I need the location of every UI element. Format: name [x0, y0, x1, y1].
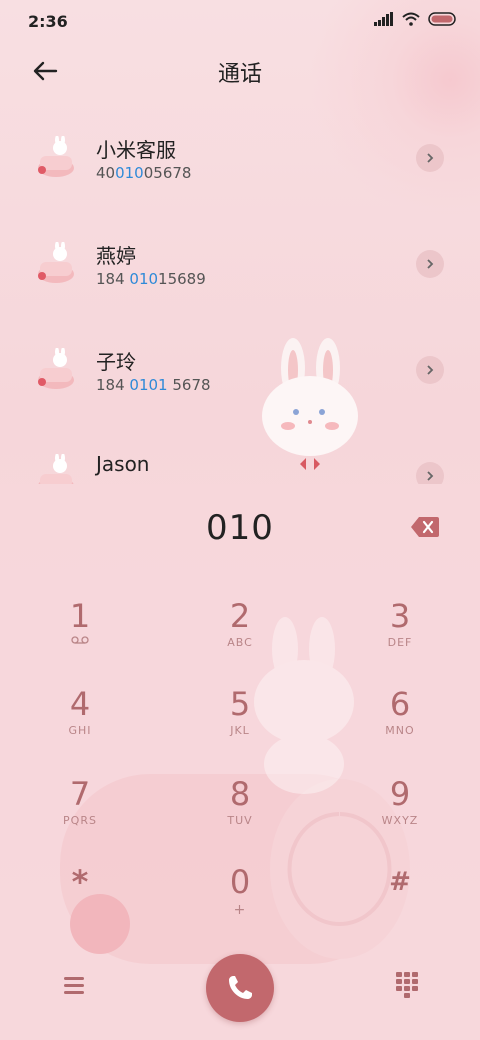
key-digit: 7 — [69, 775, 91, 813]
number-part: 05678 — [143, 164, 192, 182]
key-digit: 3 — [389, 597, 411, 635]
key-letters: PQRS — [63, 814, 97, 827]
wifi-icon — [402, 12, 420, 26]
page-title: 通话 — [217, 62, 262, 87]
key-digit: 6 — [389, 685, 411, 723]
contact-number: 4001005678 — [96, 164, 191, 182]
signal-icon — [374, 12, 393, 26]
chevron-right-icon — [427, 259, 434, 269]
key-letters: ABC — [227, 636, 253, 649]
dial-entry[interactable]: 010 — [0, 508, 480, 548]
key-1[interactable]: 1 — [30, 596, 130, 666]
key-digit: 4 — [69, 685, 91, 723]
number-highlight: 010 — [129, 270, 159, 288]
key-digit: # — [389, 867, 411, 897]
delete-button[interactable] — [410, 516, 440, 538]
key-digit: * — [71, 863, 89, 901]
key-0[interactable]: 0 + — [190, 862, 290, 932]
backspace-icon — [411, 517, 439, 537]
key-letters: + — [233, 902, 247, 918]
key-3[interactable]: 3 DEF — [350, 596, 450, 666]
contact-name: Jason — [96, 452, 150, 476]
status-icons — [374, 12, 456, 26]
cake-bunny-avatar-icon — [38, 242, 74, 283]
contact-row[interactable]: 燕婷 184 01015689 — [0, 214, 480, 318]
number-highlight: 010 — [115, 164, 144, 182]
number-part: 184 — [96, 270, 130, 288]
status-bar: 2:36 — [0, 0, 480, 40]
contact-name: 子玲 — [96, 350, 136, 374]
contact-list: 小米客服 4001005678 燕婷 184 01015689 子玲 184 0… — [0, 108, 480, 484]
dialpad-toggle-button[interactable] — [394, 970, 420, 1000]
key-7[interactable]: 7 PQRS — [30, 774, 130, 844]
cake-bunny-avatar-icon — [38, 136, 74, 177]
contact-name: 小米客服 — [96, 138, 176, 162]
contact-row[interactable]: 小米客服 4001005678 — [0, 108, 480, 212]
key-star[interactable]: * — [30, 862, 130, 932]
voicemail-icon — [71, 636, 89, 644]
key-digit: 1 — [69, 597, 91, 635]
key-digit: 5 — [229, 685, 251, 723]
key-letters: WXYZ — [381, 814, 419, 827]
number-part: 5678 — [167, 376, 211, 394]
key-digit: 9 — [389, 775, 411, 813]
key-letters: DEF — [387, 636, 413, 649]
contact-number: 184 0101 5678 — [96, 376, 211, 394]
contact-row[interactable]: 子玲 184 0101 5678 — [0, 320, 480, 424]
key-letters: GHI — [68, 724, 92, 737]
key-2[interactable]: 2 ABC — [190, 596, 290, 666]
key-letters: MNO — [385, 724, 415, 737]
contact-detail-button[interactable] — [416, 462, 444, 484]
contact-detail-button[interactable] — [416, 144, 444, 172]
contact-row[interactable]: Jason — [0, 426, 480, 484]
number-part: 15689 — [158, 270, 206, 288]
key-digit: 0 — [229, 863, 251, 901]
menu-button[interactable] — [60, 972, 88, 998]
phone-icon — [229, 976, 252, 999]
key-letters: JKL — [230, 724, 250, 737]
key-letters: TUV — [227, 814, 253, 827]
cake-bunny-avatar-icon — [38, 454, 74, 484]
number-part: 184 — [96, 376, 130, 394]
battery-icon — [428, 12, 456, 26]
key-6[interactable]: 6 MNO — [350, 684, 450, 754]
key-4[interactable]: 4 GHI — [30, 684, 130, 754]
call-button[interactable] — [206, 954, 274, 1022]
key-digit: 8 — [229, 775, 251, 813]
key-8[interactable]: 8 TUV — [190, 774, 290, 844]
key-9[interactable]: 9 WXYZ — [350, 774, 450, 844]
hamburger-menu-icon — [64, 977, 84, 994]
dialpad-icon — [396, 972, 418, 998]
contact-number: 184 01015689 — [96, 270, 206, 288]
contact-detail-button[interactable] — [416, 356, 444, 384]
chevron-right-icon — [427, 153, 434, 163]
chevron-right-icon — [427, 365, 434, 375]
status-time: 2:36 — [28, 12, 68, 31]
contact-detail-button[interactable] — [416, 250, 444, 278]
cake-bunny-avatar-icon — [38, 348, 74, 389]
header: 通话 — [0, 52, 480, 92]
chevron-right-icon — [427, 471, 434, 481]
number-highlight: 0101 — [129, 376, 168, 394]
key-digit: 2 — [229, 597, 251, 635]
dialpad-panel: 010 1 2 ABC 3 DEF 4 GHI 5 JKL 6 MNO 7 PQ… — [0, 484, 480, 1040]
key-hash[interactable]: # — [350, 862, 450, 932]
number-part: 40 — [96, 164, 116, 182]
key-5[interactable]: 5 JKL — [190, 684, 290, 754]
contact-name: 燕婷 — [96, 244, 136, 268]
